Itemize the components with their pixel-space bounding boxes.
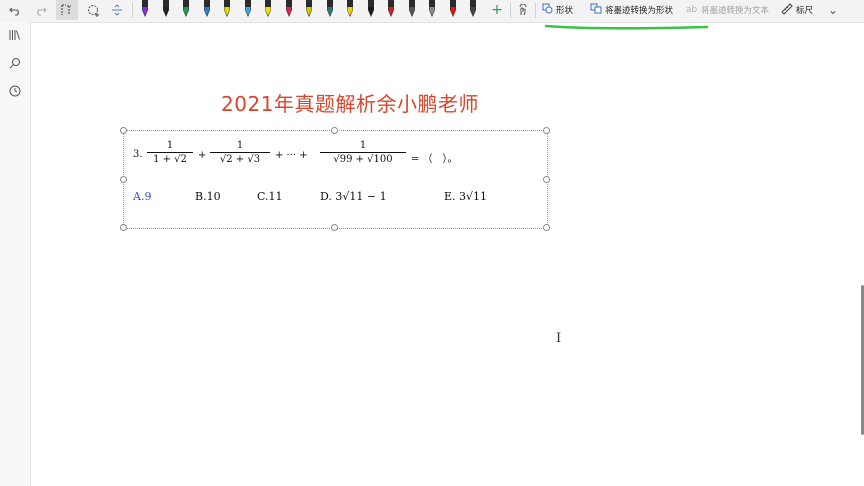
resize-handle[interactable] — [120, 224, 127, 231]
pen-icon[interactable] — [139, 0, 151, 20]
fraction-numerator: 1 — [236, 140, 244, 151]
toolbar-separator — [535, 3, 536, 18]
fraction-denominator: √2 + √3 — [219, 154, 261, 165]
pen-icon[interactable] — [447, 0, 459, 20]
ruler-icon — [781, 2, 793, 18]
search-icon[interactable] — [0, 54, 30, 72]
plus-sign: + — [198, 150, 207, 161]
fraction-bar — [147, 152, 193, 153]
add-pen-icon[interactable]: + — [490, 0, 504, 20]
green-ink-underline — [545, 24, 709, 30]
drawing-toolbar: + 形状 将墨迹转换为形状 ab 将墨迹转换为文本 标尺 ⌄ — [0, 0, 864, 23]
pen-icon[interactable] — [344, 0, 356, 20]
resize-handle[interactable] — [543, 176, 550, 183]
more-chevron-down-icon[interactable]: ⌄ — [826, 0, 840, 20]
equals-blank: = （ ）。 — [411, 154, 458, 165]
resize-handle[interactable] — [331, 224, 338, 231]
recent-icon[interactable] — [0, 82, 30, 100]
text-cursor-icon: I — [556, 331, 562, 346]
pen-icon[interactable] — [160, 0, 172, 20]
pen-icon[interactable] — [385, 0, 397, 20]
option-a: A.9 — [133, 190, 152, 203]
fraction-bar — [320, 152, 406, 153]
svg-text:ab: ab — [686, 5, 698, 14]
pen-icon[interactable] — [303, 0, 315, 20]
toolbar-separator — [510, 3, 511, 18]
fraction-numerator: 1 — [166, 140, 174, 151]
fraction-term-2: 1 √2 + √3 — [210, 140, 270, 165]
pen-icon[interactable] — [365, 0, 377, 20]
pen-icon[interactable] — [283, 0, 295, 20]
option-b: B.10 — [195, 190, 221, 203]
resize-handle[interactable] — [543, 224, 550, 231]
fraction-term-3: 1 √99 + √100 — [320, 140, 406, 165]
shape-add-icon[interactable] — [84, 0, 102, 20]
toolbar-separator — [132, 3, 133, 18]
insert-space-icon[interactable] — [108, 0, 126, 20]
resize-handle[interactable] — [331, 127, 338, 134]
fraction-numerator: 1 — [359, 140, 367, 151]
resize-handle[interactable] — [120, 176, 127, 183]
ink-to-shape-icon — [590, 3, 602, 17]
pen-icon[interactable] — [201, 0, 213, 20]
problem-number: 3. — [133, 149, 143, 160]
pen-icon[interactable] — [426, 0, 438, 20]
option-c: C.11 — [257, 190, 283, 203]
ink-to-text-button: ab 将墨迹转换为文本 — [686, 0, 769, 20]
shape-icon — [542, 3, 553, 17]
shape-button[interactable]: 形状 — [542, 0, 573, 20]
option-e: E. 3√11 — [444, 190, 488, 203]
resize-handle[interactable] — [120, 127, 127, 134]
ellipsis: + ··· + — [275, 150, 308, 161]
pen-icon[interactable] — [467, 0, 479, 20]
fraction-denominator: √99 + √100 — [333, 154, 393, 165]
ink-to-shape-button[interactable]: 将墨迹转换为形状 — [590, 0, 673, 20]
ink-to-shape-label: 将墨迹转换为形状 — [605, 6, 674, 16]
ink-to-text-label: 将墨迹转换为文本 — [701, 6, 770, 16]
pen-icon[interactable] — [221, 0, 233, 20]
page-title: 2021年真题解析余小鹏老师 — [221, 92, 479, 116]
fraction-term-1: 1 1 + √2 — [147, 140, 193, 165]
touch-draw-icon[interactable] — [515, 0, 531, 20]
fraction-bar — [210, 152, 270, 153]
ruler-button[interactable]: 标尺 — [781, 0, 813, 20]
pen-icon[interactable] — [406, 0, 418, 20]
notebooks-icon[interactable] — [0, 26, 30, 44]
ruler-label: 标尺 — [796, 6, 814, 16]
ink-to-text-icon: ab — [686, 3, 698, 17]
pen-icon[interactable] — [180, 0, 192, 20]
pen-icon[interactable] — [324, 0, 336, 20]
fraction-denominator: 1 + √2 — [153, 154, 187, 165]
pen-icon[interactable] — [262, 0, 274, 20]
left-sidebar — [0, 22, 31, 486]
resize-handle[interactable] — [543, 127, 550, 134]
redo-icon[interactable] — [32, 0, 50, 20]
pen-icon[interactable] — [242, 0, 254, 20]
lasso-select-icon[interactable] — [56, 0, 78, 20]
shape-label: 形状 — [556, 6, 574, 16]
undo-icon[interactable] — [6, 0, 24, 20]
option-d: D. 3√11 − 1 — [320, 190, 387, 203]
